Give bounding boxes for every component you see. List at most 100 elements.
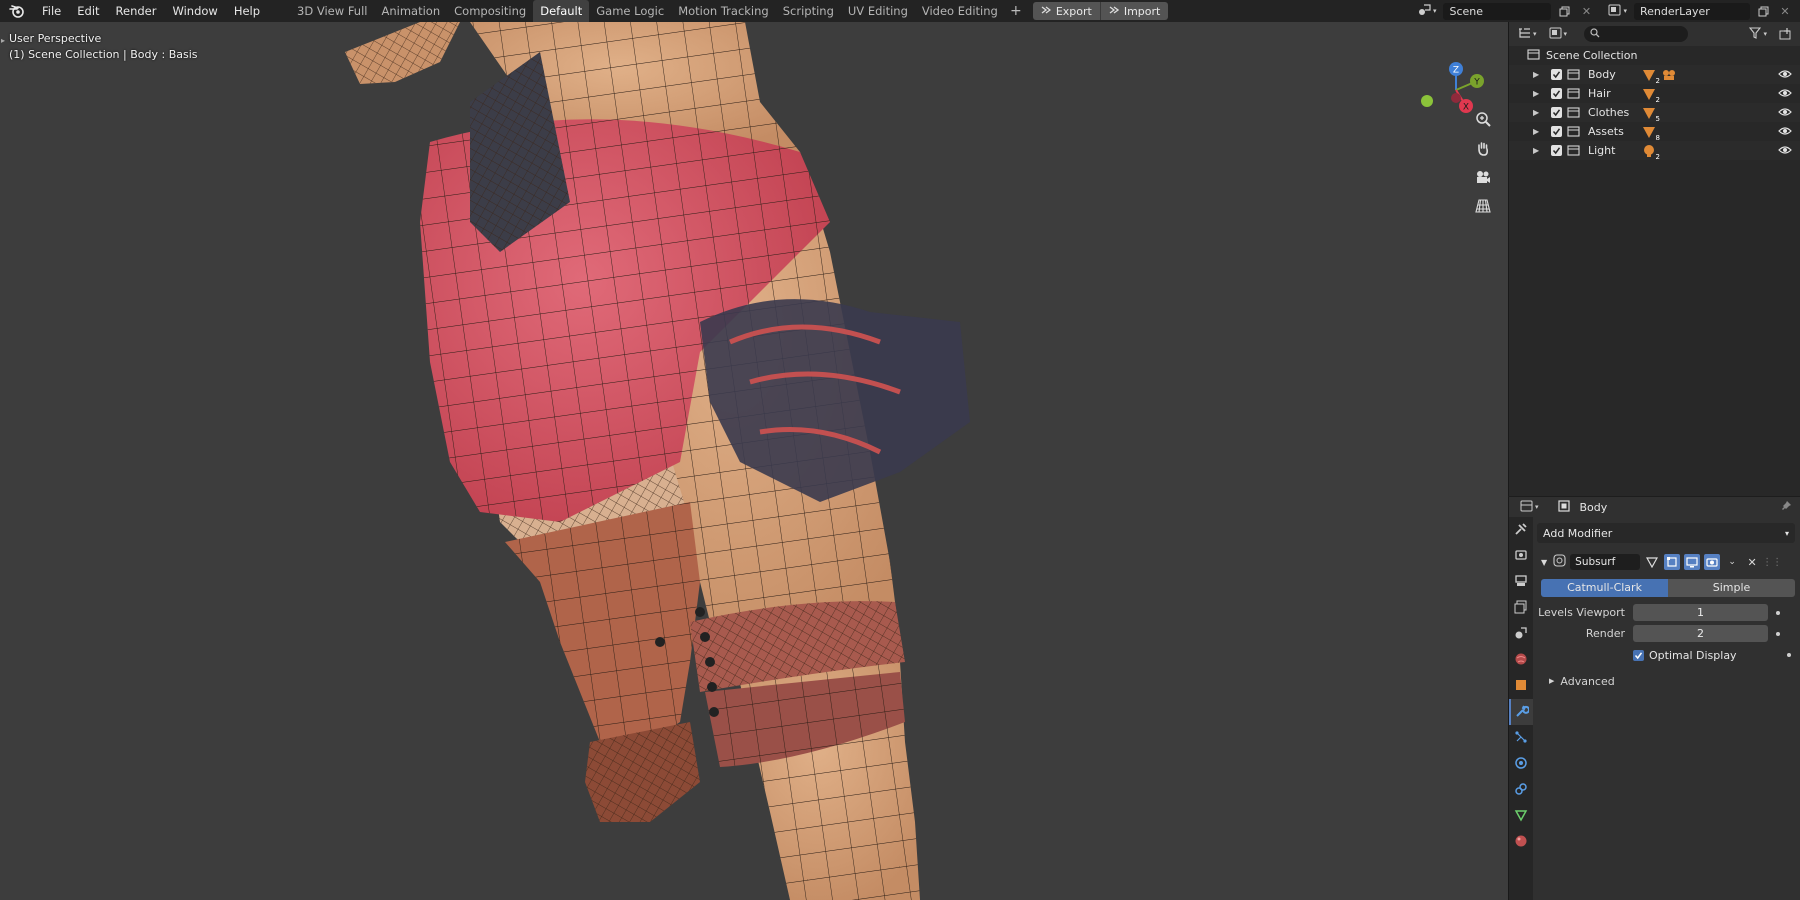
tab-particles[interactable]	[1509, 725, 1533, 751]
render-toggle-icon[interactable]	[1704, 554, 1721, 570]
keyframe-dot-icon[interactable]	[1776, 610, 1780, 615]
render-levels-field[interactable]: 2	[1633, 625, 1768, 642]
tab-motion-tracking[interactable]: Motion Tracking	[671, 0, 776, 22]
editor-type-dropdown[interactable]: ▾	[1515, 27, 1540, 42]
outliner-item-clothes[interactable]: ▶ Clothes 5	[1509, 103, 1800, 123]
scene-name-field[interactable]: Scene	[1443, 2, 1552, 20]
optimal-display-checkbox[interactable]	[1633, 649, 1644, 661]
visibility-eye-icon[interactable]	[1778, 88, 1792, 101]
tab-constraints[interactable]	[1509, 777, 1533, 803]
delete-scene-icon[interactable]: ✕	[1577, 3, 1595, 20]
delete-layer-icon[interactable]: ✕	[1776, 3, 1794, 20]
expand-arrow-icon[interactable]: ▶	[1533, 127, 1543, 136]
outliner-item-body[interactable]: ▶ Body 2	[1509, 65, 1800, 85]
pin-icon[interactable]	[1781, 500, 1792, 514]
add-modifier-dropdown[interactable]: Add Modifier ▾	[1537, 523, 1795, 543]
keyframe-dot-icon[interactable]	[1787, 653, 1791, 657]
light-objects-icon[interactable]: 2	[1642, 144, 1660, 161]
menu-window[interactable]: Window	[164, 0, 225, 22]
zoom-icon[interactable]	[1470, 106, 1496, 132]
new-layer-icon[interactable]	[1754, 3, 1772, 20]
pan-hand-icon[interactable]	[1470, 135, 1496, 161]
simple-option[interactable]: Simple	[1668, 579, 1795, 597]
tab-default[interactable]: Default	[533, 0, 590, 22]
new-collection-icon[interactable]	[1776, 26, 1794, 43]
drag-handle-icon[interactable]: ⋮⋮	[1762, 554, 1782, 570]
mesh-objects-icon[interactable]: 5	[1642, 106, 1660, 123]
keyframe-dot-icon[interactable]	[1776, 631, 1780, 636]
remove-modifier-close-icon[interactable]: ✕	[1744, 554, 1760, 570]
outliner-item-assets[interactable]: ▶ Assets 8	[1509, 122, 1800, 142]
import-button[interactable]: Import	[1100, 2, 1169, 20]
scene-type-dropdown[interactable]: ▾	[1415, 3, 1440, 19]
tab-data[interactable]	[1509, 803, 1533, 829]
catmull-clark-option[interactable]: Catmull-Clark	[1541, 579, 1668, 597]
exclude-checkbox[interactable]	[1551, 69, 1562, 80]
editor-type-dropdown[interactable]: ▾	[1517, 500, 1542, 515]
menu-edit[interactable]: Edit	[69, 0, 107, 22]
blender-logo-icon[interactable]	[0, 0, 34, 22]
exclude-checkbox[interactable]	[1551, 107, 1562, 118]
tab-material[interactable]	[1509, 829, 1533, 855]
display-mode-dropdown[interactable]: ▾	[1546, 27, 1571, 42]
add-workspace-button[interactable]: +	[1005, 0, 1027, 22]
render-layer-field[interactable]: RenderLayer	[1634, 2, 1750, 20]
expand-arrow-icon[interactable]: ▶	[1533, 108, 1543, 117]
new-scene-icon[interactable]	[1555, 3, 1573, 20]
edit-cage-icon[interactable]	[1644, 554, 1660, 570]
exclude-checkbox[interactable]	[1551, 88, 1562, 99]
armature-icon[interactable]	[1662, 68, 1676, 82]
tab-animation[interactable]: Animation	[374, 0, 447, 22]
tab-object[interactable]	[1509, 673, 1533, 699]
tab-tool[interactable]	[1509, 517, 1533, 543]
outliner-search-input[interactable]	[1584, 26, 1689, 42]
collapse-arrow-icon[interactable]: ▼	[1541, 558, 1547, 567]
tab-render[interactable]	[1509, 543, 1533, 569]
mesh-objects-icon[interactable]: 2	[1642, 87, 1660, 104]
navigation-gizmo[interactable]: Z Y X	[1418, 46, 1488, 116]
expand-arrow-icon[interactable]: ▶	[1533, 70, 1543, 79]
view-layer-dropdown[interactable]: ▾	[1605, 4, 1630, 19]
tab-output[interactable]	[1509, 569, 1533, 595]
tab-world[interactable]	[1509, 647, 1533, 673]
levels-viewport-field[interactable]: 1	[1633, 604, 1768, 621]
expand-arrow-icon[interactable]: ▶	[1533, 146, 1543, 155]
tab-scripting[interactable]: Scripting	[776, 0, 841, 22]
viewport-display-toggle-icon[interactable]	[1684, 554, 1701, 570]
modifier-name-field[interactable]: Subsurf	[1570, 554, 1641, 570]
tab-3d-view-full[interactable]: 3D View Full	[290, 0, 374, 22]
mesh-objects-icon[interactable]: 2	[1642, 68, 1660, 85]
scene-collection-row[interactable]: Scene Collection	[1509, 46, 1800, 65]
mesh-objects-icon[interactable]: 8	[1642, 125, 1660, 142]
tab-game-logic[interactable]: Game Logic	[589, 0, 671, 22]
tab-uv-editing[interactable]: UV Editing	[841, 0, 915, 22]
exclude-checkbox[interactable]	[1551, 145, 1562, 156]
advanced-subpanel[interactable]: ▶ Advanced	[1537, 671, 1795, 691]
3d-viewport[interactable]: ▸ User Perspective (1) Scene Collection …	[0, 22, 1508, 900]
tab-video-editing[interactable]: Video Editing	[915, 0, 1005, 22]
export-button[interactable]: Export	[1032, 2, 1101, 20]
visibility-eye-icon[interactable]	[1778, 69, 1792, 82]
exclude-checkbox[interactable]	[1551, 126, 1562, 137]
toolbar-collapse-icon[interactable]: ▸	[1, 36, 5, 45]
perspective-grid-icon[interactable]	[1470, 193, 1496, 219]
camera-view-icon[interactable]	[1470, 164, 1496, 190]
tab-scene[interactable]	[1509, 621, 1533, 647]
menu-help[interactable]: Help	[226, 0, 268, 22]
tab-compositing[interactable]: Compositing	[447, 0, 533, 22]
expand-arrow-icon[interactable]: ▶	[1533, 89, 1543, 98]
tab-modifiers[interactable]	[1509, 699, 1533, 725]
visibility-eye-icon[interactable]	[1778, 126, 1792, 139]
filter-dropdown[interactable]: ▾	[1746, 26, 1770, 42]
tab-physics[interactable]	[1509, 751, 1533, 777]
tab-view-layer[interactable]	[1509, 595, 1533, 621]
outliner-item-hair[interactable]: ▶ Hair 2	[1509, 84, 1800, 104]
outliner-item-light[interactable]: ▶ Light 2	[1509, 141, 1800, 161]
menu-file[interactable]: File	[34, 0, 69, 22]
menu-render[interactable]: Render	[108, 0, 165, 22]
edit-mode-toggle-icon[interactable]	[1664, 554, 1681, 570]
modifier-menu-chevron-icon[interactable]: ⌄	[1724, 554, 1740, 570]
visibility-eye-icon[interactable]	[1778, 107, 1792, 120]
visibility-eye-icon[interactable]	[1778, 145, 1792, 158]
optimal-display-row[interactable]: Optimal Display	[1537, 645, 1795, 665]
